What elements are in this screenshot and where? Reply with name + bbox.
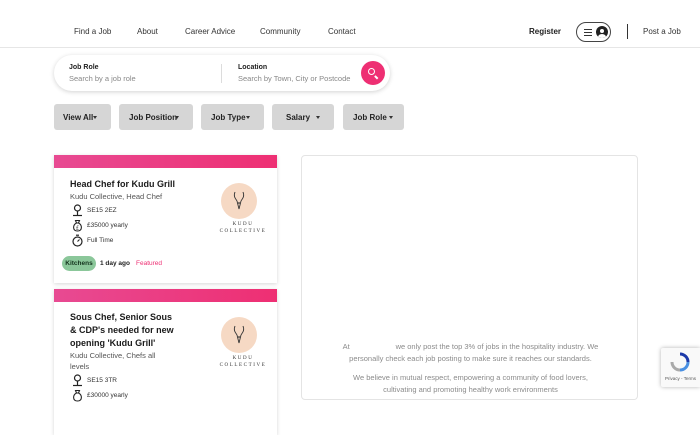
search-icon — [368, 68, 375, 75]
job-search-bar: Job Role Location — [54, 55, 390, 91]
location-pin-icon — [73, 374, 82, 387]
top-navigation-bar: Find a Job About Career Advice Community… — [0, 0, 700, 48]
hamburger-icon — [584, 29, 592, 36]
job-salary-text: £30000 yearly — [87, 392, 128, 399]
logo-word-kudu: KUDU — [232, 222, 254, 227]
job-postcode: SE15 2EZ — [87, 207, 117, 214]
caret-down-icon — [175, 116, 179, 119]
register-link[interactable]: Register — [529, 27, 561, 36]
recaptcha-icon — [670, 352, 690, 372]
card-header-band — [54, 289, 277, 302]
filter-salary[interactable]: Salary — [272, 104, 334, 130]
nav-contact[interactable]: Contact — [328, 27, 356, 36]
location-input[interactable] — [238, 74, 356, 83]
logo-word-collective: COLLECTIVE — [219, 363, 267, 368]
caret-down-icon — [93, 116, 97, 119]
category-tag[interactable]: Kitchens — [62, 256, 96, 271]
location-pin-icon — [73, 204, 82, 217]
job-type-text: Full Time — [87, 237, 114, 244]
job-title-line-1[interactable]: Sous Chef, Senior Sous — [70, 311, 172, 324]
logo-word-kudu: KUDU — [232, 356, 254, 361]
post-a-job-link[interactable]: Post a Job — [643, 27, 681, 36]
job-salary-text: £35000 yearly — [87, 222, 128, 229]
job-title-line-3[interactable]: opening 'Kudu Grill' — [70, 337, 155, 350]
search-button[interactable] — [361, 61, 385, 85]
money-bag-icon: £ — [73, 219, 82, 232]
company-logo: KUDU COLLECTIVE — [215, 183, 271, 239]
recaptcha-badge[interactable]: Privacy - Terms — [661, 348, 700, 387]
job-card[interactable]: Head Chef for Kudu Grill Kudu Collective… — [54, 155, 277, 283]
nav-find-a-job[interactable]: Find a Job — [74, 27, 111, 36]
job-postcode: SE15 3TR — [87, 377, 117, 384]
info-line-4: cultivating and promoting healthy work e… — [383, 385, 558, 394]
caret-down-icon — [389, 116, 393, 119]
caret-down-icon — [246, 116, 250, 119]
filter-label: View All — [63, 113, 94, 122]
svg-text:£: £ — [76, 226, 79, 232]
company-logo: KUDU COLLECTIVE — [215, 317, 271, 373]
account-menu-button[interactable] — [576, 22, 611, 42]
filter-label: Job Role — [353, 113, 387, 122]
location-label: Location — [238, 64, 268, 71]
job-company-line-2: levels — [70, 362, 90, 371]
job-title[interactable]: Head Chef for Kudu Grill — [70, 178, 175, 191]
featured-badge: Featured — [136, 260, 163, 267]
job-company-line-1: Kudu Collective, Chefs all — [70, 351, 156, 360]
info-line-2: personally check each job posting to mak… — [349, 354, 592, 363]
job-role-input[interactable] — [69, 74, 209, 83]
filter-label: Salary — [286, 113, 311, 122]
info-line-1: At we only post the top 3% of jobs in th… — [342, 342, 599, 351]
job-title-line-2[interactable]: & CDP's needed for new — [70, 324, 174, 337]
stopwatch-icon — [72, 234, 83, 247]
nav-about[interactable]: About — [137, 27, 158, 36]
filter-job-role[interactable]: Job Role — [343, 104, 404, 130]
filter-label: Job Type — [211, 113, 246, 122]
caret-down-icon — [316, 116, 320, 119]
nav-community[interactable]: Community — [260, 27, 300, 36]
user-avatar-icon — [596, 26, 608, 38]
money-bag-icon — [73, 389, 82, 402]
job-card[interactable]: Sous Chef, Senior Sous & CDP's needed fo… — [54, 289, 277, 435]
info-line-3: We believe in mutual respect, empowering… — [353, 373, 588, 382]
kudu-antelope-icon — [233, 191, 245, 210]
nav-divider — [627, 24, 628, 39]
search-icon-handle — [374, 75, 379, 80]
filter-job-position[interactable]: Job Position — [119, 104, 193, 130]
kudu-antelope-icon — [233, 325, 245, 344]
nav-career-advice[interactable]: Career Advice — [185, 27, 235, 36]
recaptcha-links[interactable]: Privacy - Terms — [661, 376, 700, 381]
filter-job-type[interactable]: Job Type — [201, 104, 264, 130]
job-company: Kudu Collective, Head Chef — [70, 192, 163, 201]
info-panel: At we only post the top 3% of jobs in th… — [301, 155, 638, 400]
job-role-label: Job Role — [69, 64, 99, 71]
logo-word-collective: COLLECTIVE — [219, 229, 267, 234]
search-field-divider — [221, 64, 222, 83]
posted-date: 1 day ago — [100, 260, 130, 267]
filter-view-all[interactable]: View All — [54, 104, 111, 130]
filter-label: Job Position — [129, 113, 177, 122]
card-header-band — [54, 155, 277, 168]
